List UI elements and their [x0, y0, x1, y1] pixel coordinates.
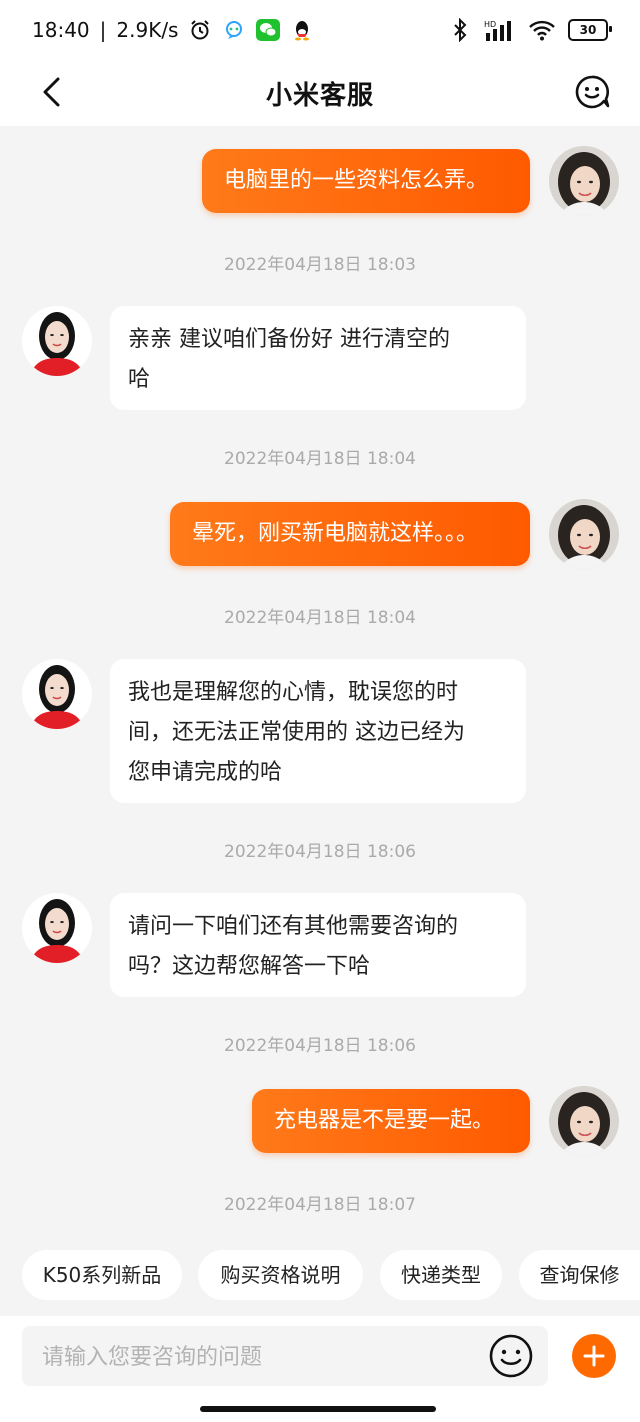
- agent-avatar[interactable]: [22, 306, 92, 376]
- message-timestamp: 2022年04月18日 18:06: [224, 842, 416, 862]
- page-title: 小米客服: [265, 80, 374, 111]
- battery-level: 30: [579, 23, 597, 37]
- message-incoming[interactable]: 我也是理解您的心情，耽误您的时 间，还无法正常使用的 这边已经为 您申请完成的哈: [110, 659, 526, 803]
- message-incoming[interactable]: 请问一下咱们还有其他需要咨询的 吗？这边帮您解答一下哈: [110, 893, 526, 997]
- message-input[interactable]: [40, 1326, 484, 1388]
- bluetooth-icon: [448, 18, 472, 42]
- message-line: 间，还无法正常使用的 这边已经为: [128, 720, 465, 745]
- chat-face-icon: [575, 75, 610, 109]
- status-right: HD 30: [448, 18, 612, 42]
- network-speed: 2.9K/s: [116, 18, 179, 42]
- status-divider: |: [99, 18, 107, 42]
- qq-icon: [290, 18, 314, 42]
- quick-reply-chip[interactable]: K50系列新品: [22, 1250, 182, 1300]
- user-avatar[interactable]: [549, 1086, 619, 1156]
- message-text: 电脑里的一些资料怎么弄。: [224, 168, 489, 193]
- add-attachment-button[interactable]: [572, 1334, 616, 1378]
- message-timestamp: 2022年04月18日 18:06: [224, 1036, 416, 1056]
- message-input-container: [22, 1326, 548, 1388]
- agent-avatar[interactable]: [22, 893, 92, 963]
- home-indicator[interactable]: [200, 1406, 436, 1412]
- user-avatar[interactable]: [549, 146, 619, 216]
- message-timestamp: 2022年04月18日 18:07: [224, 1195, 416, 1215]
- message-timestamp: 2022年04月18日 18:04: [224, 449, 416, 469]
- message-text: 晕死，刚买新电脑就这样。。。: [192, 521, 479, 546]
- battery-icon: 30: [568, 19, 612, 41]
- message-outgoing[interactable]: 充电器是不是要一起。: [252, 1089, 530, 1153]
- svg-text:HD: HD: [484, 20, 496, 29]
- quick-reply-bar: K50系列新品 购买资格说明 快递类型 查询保修: [0, 1250, 640, 1302]
- wifi-icon: [528, 18, 556, 42]
- nav-bar: 小米客服: [0, 60, 640, 126]
- cloud-chat-icon: [222, 18, 246, 42]
- emoji-button[interactable]: [488, 1333, 534, 1379]
- wechat-icon: [256, 18, 281, 42]
- plus-icon: [583, 1345, 605, 1367]
- quick-reply-chip[interactable]: 查询保修: [519, 1250, 640, 1300]
- message-line: 吗？这边帮您解答一下哈: [128, 954, 371, 979]
- message-line: 我也是理解您的心情，耽误您的时: [128, 680, 459, 705]
- message-line: 您申请完成的哈: [128, 760, 283, 785]
- signal-icon: HD: [484, 18, 516, 42]
- message-outgoing[interactable]: 晕死，刚买新电脑就这样。。。: [170, 502, 530, 566]
- message-outgoing[interactable]: 电脑里的一些资料怎么弄。: [202, 149, 530, 213]
- back-button[interactable]: [32, 72, 72, 112]
- message-line: 请问一下咱们还有其他需要咨询的: [128, 914, 459, 939]
- chevron-left-icon: [43, 77, 60, 107]
- message-line: 哈: [128, 367, 151, 392]
- message-incoming[interactable]: 亲亲 建议咱们备份好 进行清空的 哈: [110, 306, 526, 410]
- quick-reply-chip[interactable]: 快递类型: [380, 1250, 502, 1300]
- status-time: 18:40: [32, 18, 90, 42]
- message-timestamp: 2022年04月18日 18:03: [224, 255, 416, 275]
- smiley-icon: [489, 1334, 533, 1378]
- status-left: 18:40 | 2.9K/s: [32, 18, 314, 42]
- user-avatar[interactable]: [549, 499, 619, 569]
- status-bar: 18:40 | 2.9K/s HD 30: [0, 0, 640, 60]
- message-line: 亲亲 建议咱们备份好 进行清空的: [128, 327, 450, 352]
- agent-avatar[interactable]: [22, 659, 92, 729]
- customer-service-button[interactable]: [568, 68, 616, 116]
- alarm-icon: [188, 18, 212, 42]
- chat-messages: 电脑里的一些资料怎么弄。 2022年04月18日 18:03 亲亲 建议咱们备份…: [0, 126, 640, 1246]
- message-text: 充电器是不是要一起。: [274, 1108, 495, 1133]
- message-timestamp: 2022年04月18日 18:04: [224, 608, 416, 628]
- quick-reply-chip[interactable]: 购买资格说明: [198, 1250, 363, 1300]
